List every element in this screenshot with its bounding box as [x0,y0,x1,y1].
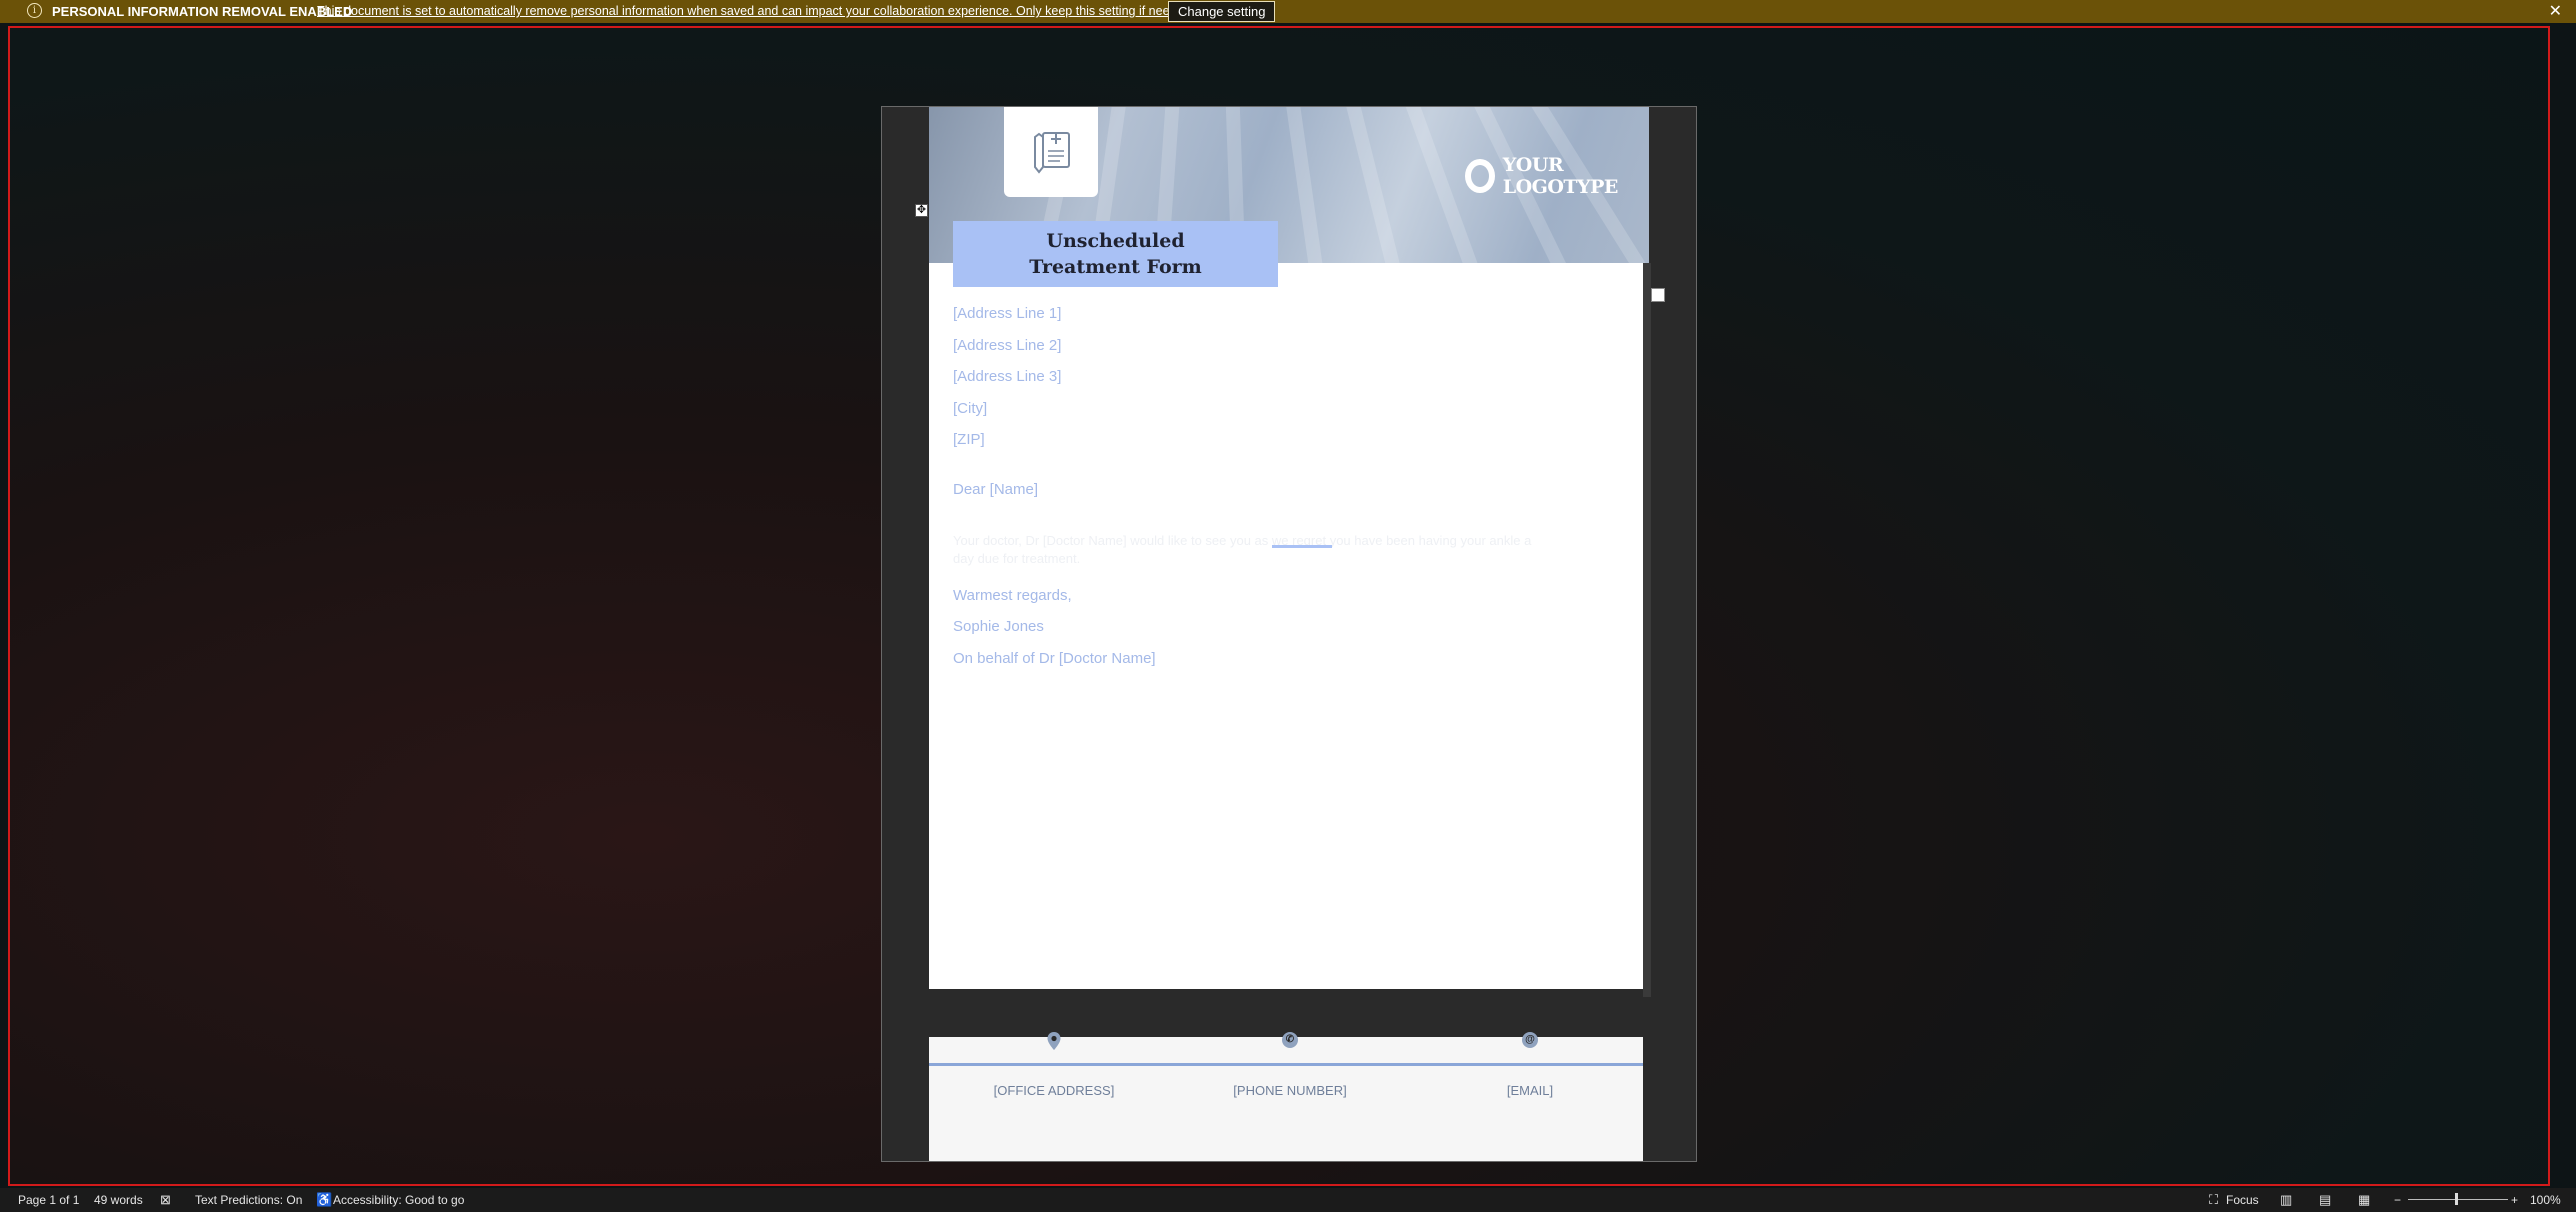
status-bar: Page 1 of 1 49 words ⊠ Text Predictions:… [0,1188,2576,1212]
resize-handle[interactable] [1651,288,1665,302]
accessibility-status[interactable]: Accessibility: Good to go [333,1193,464,1207]
location-pin-icon [1047,1032,1061,1050]
email-field[interactable]: [EMAIL] [1410,1083,1650,1098]
logotype: YOUR LOGOTYPE [1465,154,1649,198]
notification-bar: i PERSONAL INFORMATION REMOVAL ENABLED T… [0,0,2576,23]
accessibility-icon[interactable]: ♿ [316,1192,332,1208]
email-icon: @ [1522,1032,1538,1048]
medical-form-logo [1004,107,1098,197]
address-line-3[interactable]: [Address Line 3] [953,368,1061,385]
signature-name[interactable]: Sophie Jones [953,618,1044,635]
body-link-underline [1272,545,1332,548]
zoom-out-button[interactable]: − [2394,1193,2401,1207]
read-mode-icon[interactable]: ▥ [2280,1192,2292,1208]
web-layout-icon[interactable]: ▦ [2358,1192,2370,1208]
zoom-slider-thumb[interactable] [2455,1193,2458,1205]
zip-field[interactable]: [ZIP] [953,431,985,448]
proofing-icon[interactable]: ⊠ [160,1192,171,1208]
text-predictions-status[interactable]: Text Predictions: On [195,1193,302,1207]
zoom-slider[interactable] [2408,1199,2508,1200]
phone-icon: ✆ [1282,1032,1298,1048]
focus-button[interactable]: Focus [2226,1193,2259,1207]
zoom-in-button[interactable]: + [2511,1193,2518,1207]
title-line-2: Treatment Form [1029,256,1202,278]
footer [929,1037,1643,1161]
table-move-handle-icon[interactable]: ✥ [915,204,928,217]
print-layout-icon[interactable]: ▤ [2319,1192,2331,1208]
form-title[interactable]: Unscheduled Treatment Form [953,221,1278,287]
notification-message-link[interactable]: This document is set to automatically re… [317,4,1194,18]
logo-ring-icon [1465,159,1495,193]
document-workspace[interactable]: YOUR LOGOTYPE ✥ Unscheduled Treatment Fo… [8,26,2550,1186]
clipboard-pen-icon [1034,132,1070,174]
city-field[interactable]: [City] [953,400,987,417]
phone-number-field[interactable]: [PHONE NUMBER] [1170,1083,1410,1098]
closing[interactable]: Warmest regards, [953,587,1072,604]
greeting[interactable]: Dear [Name] [953,481,1038,498]
focus-icon[interactable]: ⛶ [2209,1192,2218,1208]
on-behalf-line[interactable]: On behalf of Dr [Doctor Name] [953,650,1156,667]
close-icon[interactable]: ✕ [2549,1,2562,21]
footer-divider [929,1063,1643,1066]
document-page[interactable]: YOUR LOGOTYPE ✥ Unscheduled Treatment Fo… [881,106,1697,1162]
word-count[interactable]: 49 words [94,1193,143,1207]
info-icon: i [27,3,42,18]
title-line-1: Unscheduled [1046,230,1185,252]
change-setting-button[interactable]: Change setting [1168,1,1276,22]
zoom-level[interactable]: 100% [2530,1193,2561,1207]
logotype-text: YOUR LOGOTYPE [1502,154,1619,198]
address-line-2[interactable]: [Address Line 2] [953,337,1061,354]
body-text-line-2[interactable]: day due for treatment. [953,550,1613,568]
address-line-1[interactable]: [Address Line 1] [953,305,1061,322]
notification-title: PERSONAL INFORMATION REMOVAL ENABLED [52,4,353,19]
office-address-field[interactable]: [OFFICE ADDRESS] [934,1083,1174,1098]
page-count[interactable]: Page 1 of 1 [18,1193,79,1207]
